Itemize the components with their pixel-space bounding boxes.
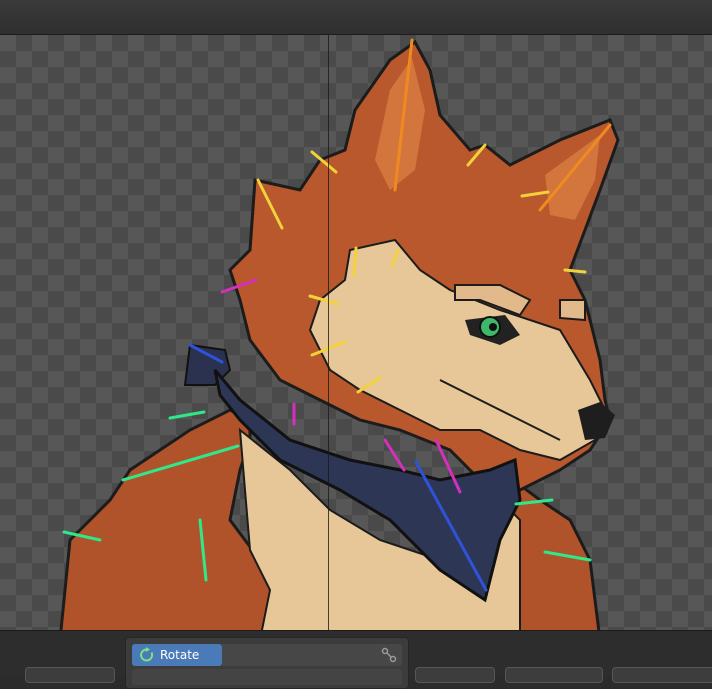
transform-tool-panel: Rotate	[125, 637, 409, 689]
bottom-toolbar-control[interactable]	[25, 667, 115, 683]
rotate-icon	[140, 647, 154, 662]
bottom-toolbar-control[interactable]	[505, 667, 603, 683]
bottom-toolbar-control[interactable]	[612, 667, 712, 683]
rotate-button-label: Rotate	[160, 648, 200, 662]
tool-second-row[interactable]	[132, 669, 402, 685]
rotate-button[interactable]: Rotate	[132, 644, 222, 666]
viewport-canvas[interactable]	[0, 35, 712, 630]
top-toolbar	[0, 0, 712, 35]
tool-option-field[interactable]	[222, 644, 402, 666]
character-artwork	[59, 38, 620, 630]
vertical-guide-line	[328, 35, 329, 630]
bottom-toolbar-control[interactable]	[415, 667, 495, 683]
bone-link-icon[interactable]	[381, 647, 397, 663]
